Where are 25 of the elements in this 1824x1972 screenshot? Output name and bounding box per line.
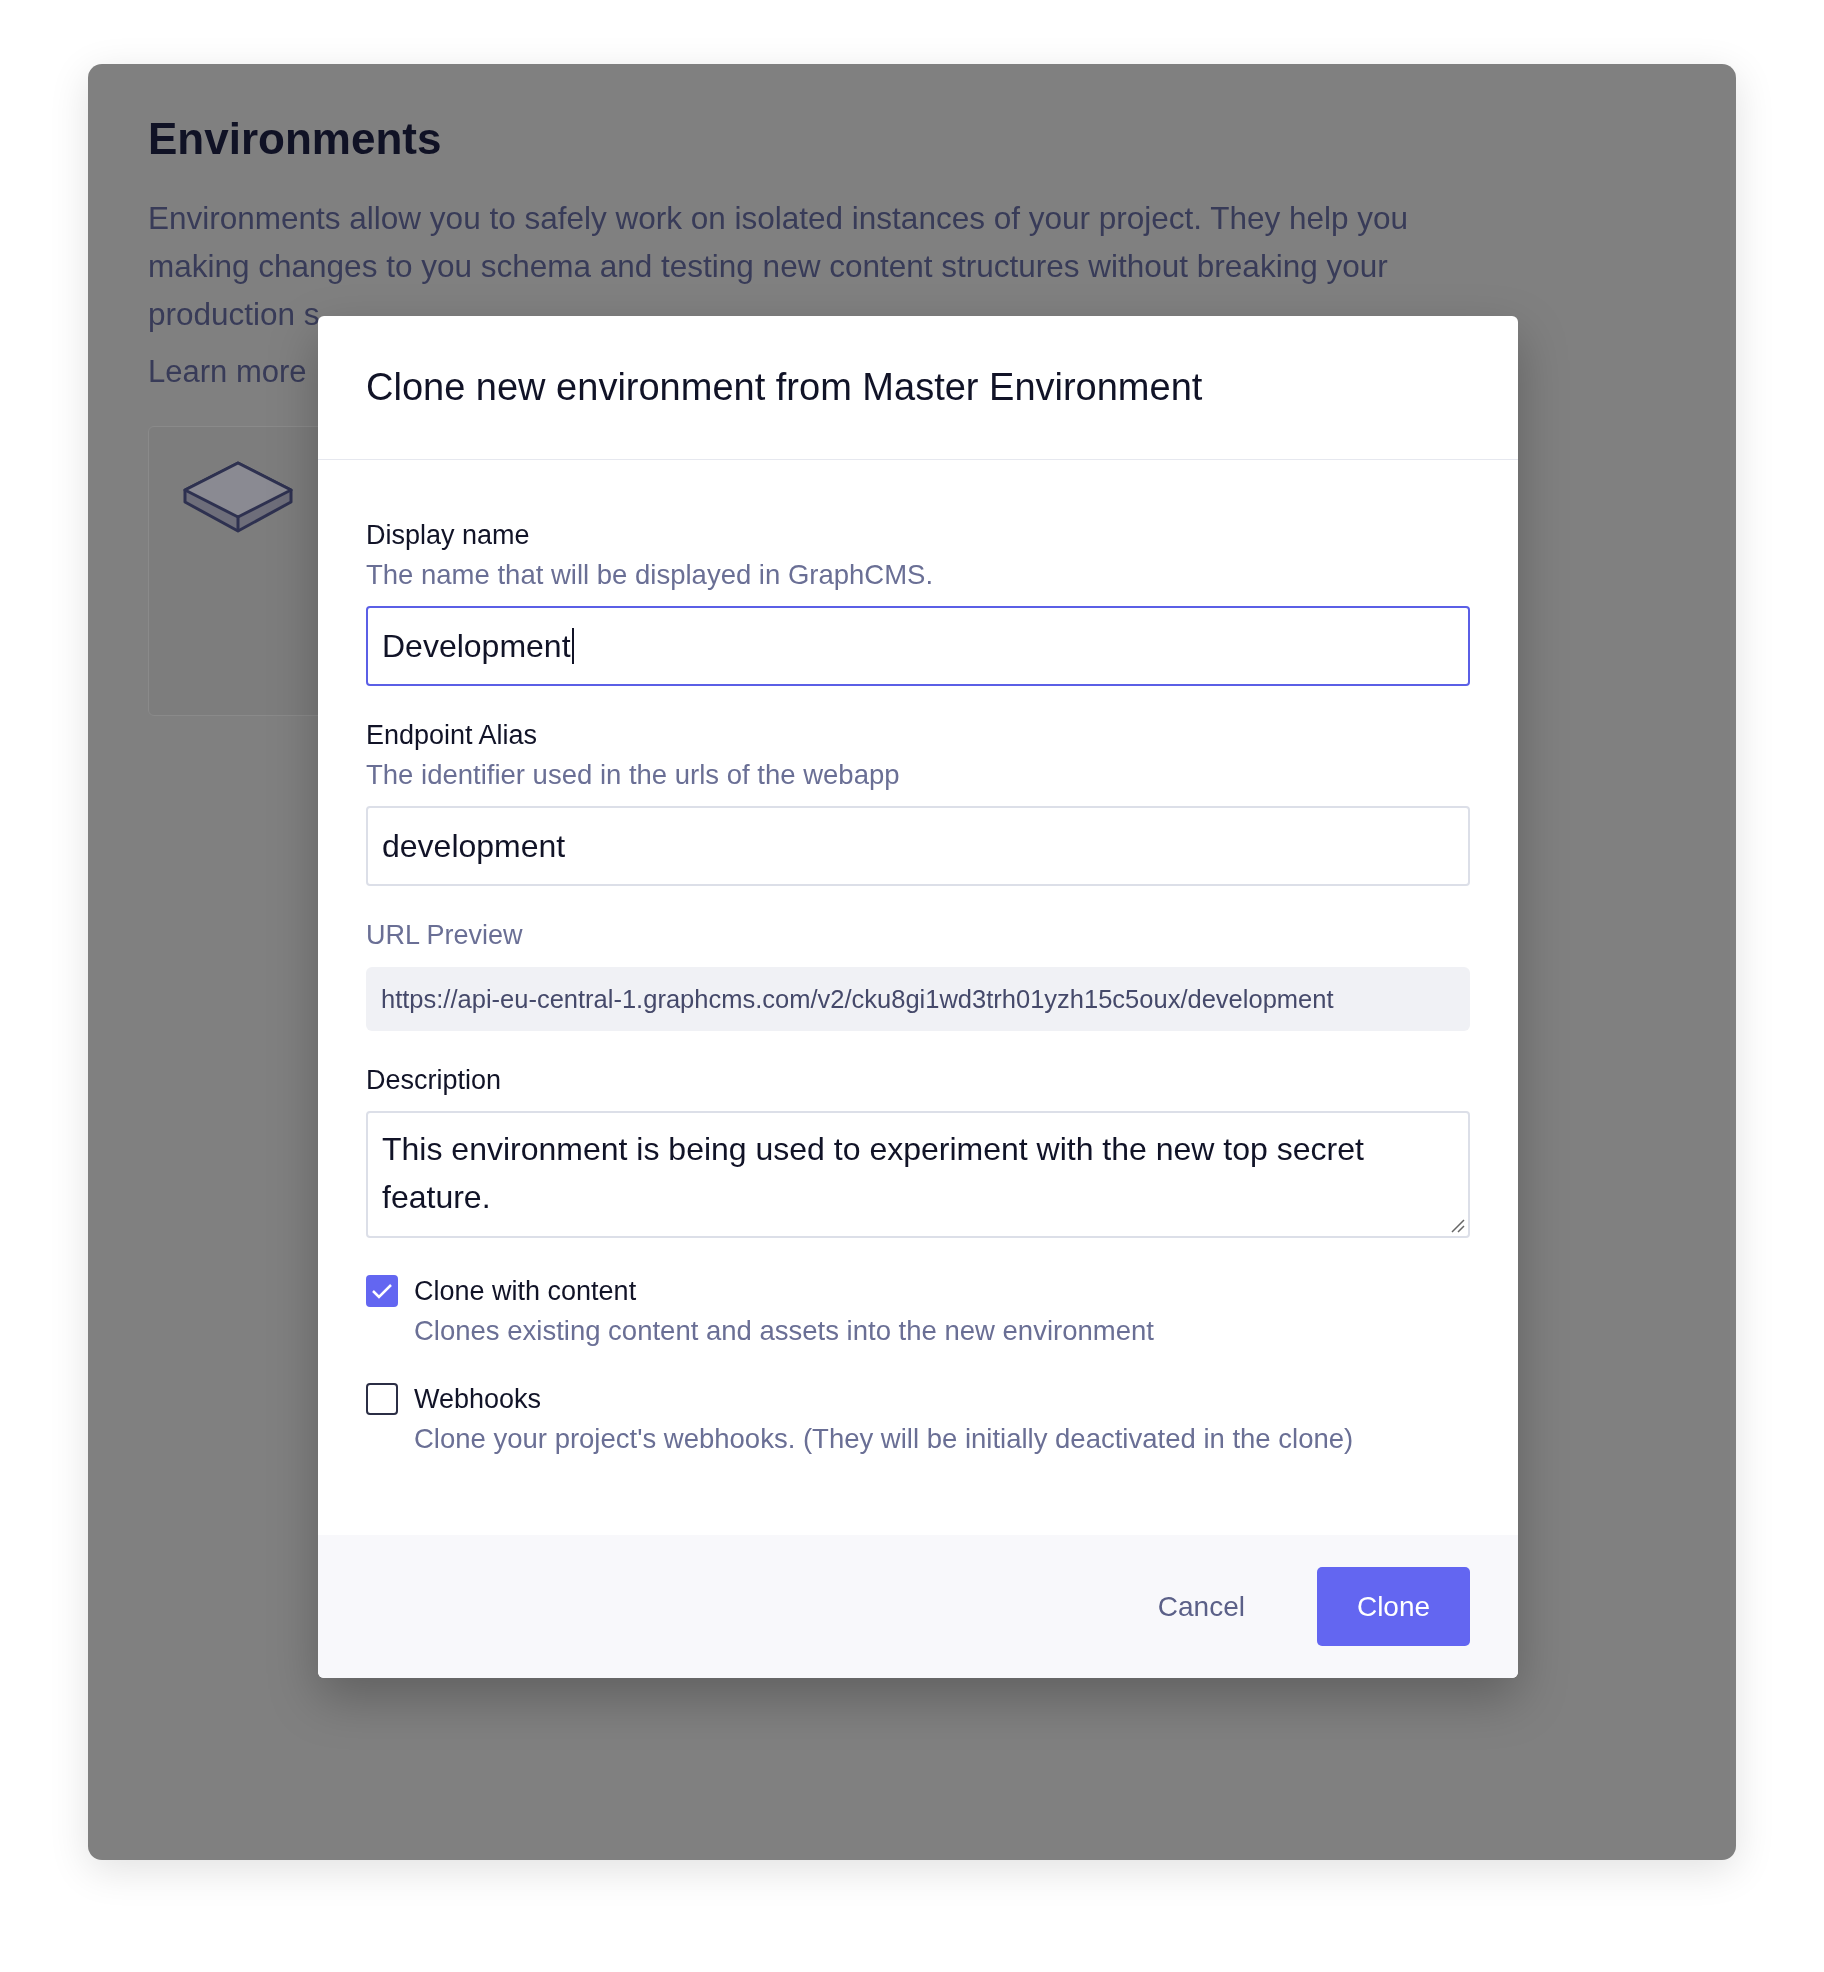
textarea-field[interactable]: This environment is being used to experiment with the new top secret feature. xyxy=(366,1111,1470,1238)
cancel-button[interactable]: Cancel xyxy=(1121,1567,1281,1646)
dialog-title: Clone new environment from Master Environment xyxy=(366,366,1203,409)
option-hint: Clones existing content and assets into the new environment xyxy=(414,1314,1155,1348)
text-cursor xyxy=(571,628,574,664)
option-label: Webhooks xyxy=(414,1383,543,1416)
clone-button[interactable]: Clone xyxy=(1317,1567,1470,1646)
field-label: Display name xyxy=(366,519,531,552)
page-description: Environments allow you to safely work on isolated instances of your project. They help you making changes to you schema and testing new content structures without breaking your production s xyxy=(148,199,1410,334)
text-field[interactable]: Development xyxy=(366,606,1470,686)
option-hint: Clone your project's webhooks. (They will be initially deactivated in the clone) xyxy=(414,1422,1355,1456)
check-icon xyxy=(371,1282,393,1300)
resize-handle-icon[interactable] xyxy=(1451,1219,1465,1233)
field-hint: The identifier used in the urls of the webapp xyxy=(366,758,901,792)
field-label: Description xyxy=(366,1064,503,1097)
checkbox[interactable] xyxy=(366,1275,398,1307)
url-preview: https://api-eu-central-1.graphcms.com/v2/cku8gi1wd3trh01yzh15c5oux/development xyxy=(366,967,1470,1031)
field-hint: The name that will be displayed in GraphCMS. xyxy=(366,558,935,592)
page-title: Environments xyxy=(148,114,443,164)
field-label: Endpoint Alias xyxy=(366,719,539,752)
text-field[interactable]: development xyxy=(366,806,1470,886)
layer-icon xyxy=(182,460,294,534)
checkbox[interactable] xyxy=(366,1383,398,1415)
option-label: Clone with content xyxy=(414,1275,638,1308)
field-label: URL Preview xyxy=(366,919,524,952)
